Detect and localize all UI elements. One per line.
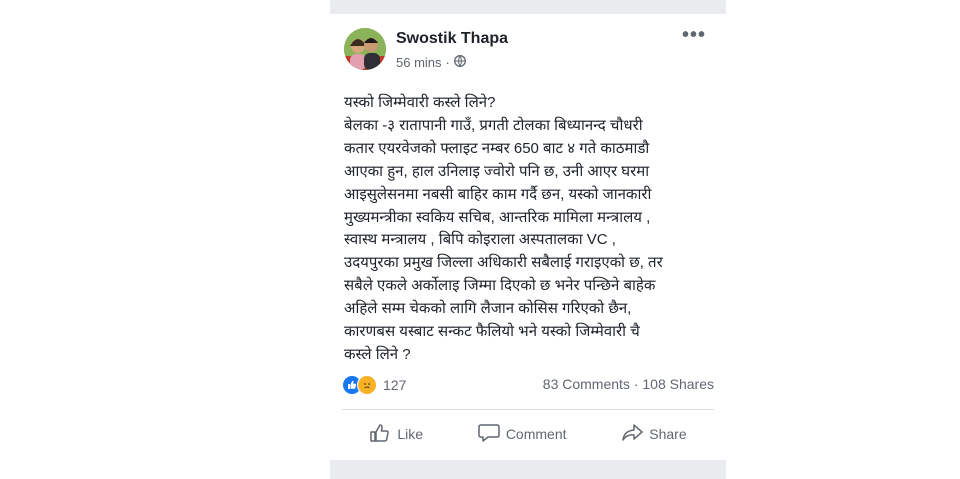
divider [342,409,714,410]
post-card: Swostik Thapa 56 mins · ••• यस्को जिम्मे… [330,14,726,460]
post-body: यस्को जिम्मेवारी कस्ले लिने? बेलका -३ रा… [344,92,720,367]
stats-separator: · [633,376,639,392]
post-line: उदयपुरका प्रमुख जिल्ला अधिकारी सबैलाई गर… [344,254,663,272]
post-stats: 127 83 Comments · 108 Shares [342,373,714,395]
post-line: कारणबस यस्बाट सन्कट फैलियो भने यस्को जिम… [344,323,640,341]
meta-separator: · [445,55,450,70]
post-line: बेलका -३ रातापानी गाउँ, प्रगती टोलका बिध… [344,116,643,134]
thumbs-up-icon [369,423,391,446]
like-label: Like [397,426,424,442]
author-name[interactable]: Swostik Thapa [396,30,508,48]
action-bar: Like Comment Share [342,420,714,448]
share-icon [621,423,643,446]
post-time[interactable]: 56 mins [396,55,442,70]
comment-label: Comment [505,426,567,442]
post-line: यस्को जिम्मेवारी कस्ले लिने? [344,94,496,111]
post-line: आएका हुन, हाल उनिलाइ ज्वोरो पनि छ, उनी आ… [344,162,650,180]
post-line: स्वास्थ मन्त्रालय , बिपि कोइराला अस्पताल… [344,231,616,249]
comment-icon [478,423,500,446]
comment-button[interactable]: Comment [478,423,567,446]
sad-reaction-icon [357,375,377,395]
post-line: मुख्यमन्त्रीका स्वकिय सचिब, आन्तरिक मामि… [344,208,651,226]
post-line: अहिले सम्म चेकको लागि लैजान कोसिस गरिएको… [344,300,632,318]
comment-share-counts: 83 Comments · 108 Shares [543,376,714,392]
globe-icon [453,55,466,70]
post-line: सबैले एकले अर्कोलाइ जिम्मा दिएको छ भनेर … [344,277,656,295]
reaction-count: 127 [383,377,407,393]
share-label: Share [649,426,687,442]
post-line: कस्ले लिने ? [344,345,411,363]
more-icon[interactable]: ••• [682,25,706,45]
shares-count[interactable]: 108 Shares [642,376,714,392]
post-line: आइसुलेसनमा नबसी बाहिर काम गर्दै छन, यस्क… [344,185,652,203]
like-button[interactable]: Like [369,423,423,446]
facebook-post: Swostik Thapa 56 mins · ••• यस्को जिम्मे… [330,0,726,479]
comments-count[interactable]: 83 Comments [543,376,630,392]
avatar[interactable] [344,28,386,70]
post-line: कतार एयरवेजको फ्लाइट नम्बर 650 बाट ४ गते… [344,139,650,157]
post-meta: 56 mins · [396,55,466,70]
share-button[interactable]: Share [621,423,687,446]
reactions-summary[interactable]: 127 [342,375,406,395]
